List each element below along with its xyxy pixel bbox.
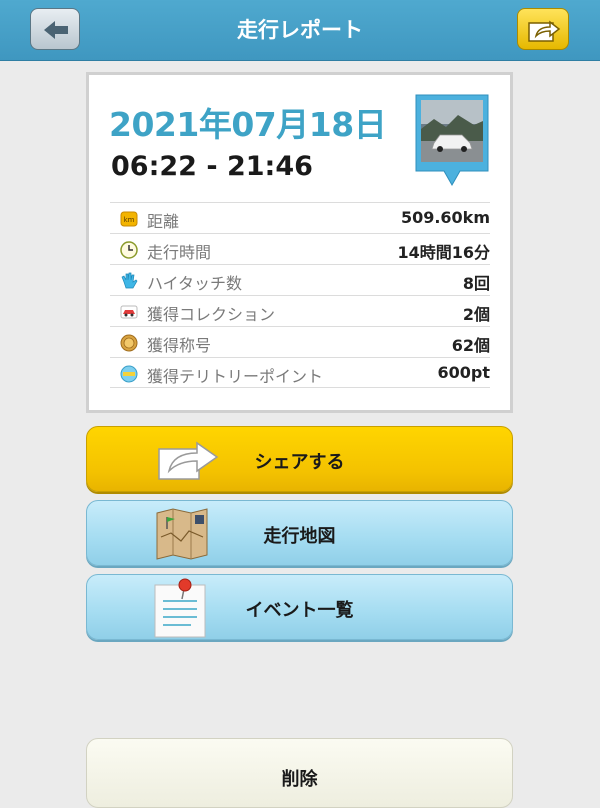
header-bar: 走行レポート <box>0 0 600 61</box>
report-time-range: 06:22 - 21:46 <box>111 151 313 182</box>
stat-label: 獲得コレクション <box>147 305 276 324</box>
stat-value: 600pt <box>437 363 491 382</box>
stat-row-titles: 獲得称号 62個 <box>110 326 490 357</box>
drive-map-button[interactable]: 走行地図 <box>86 500 513 566</box>
drive-map-button-label: 走行地図 <box>263 526 336 547</box>
stat-label: 獲得称号 <box>147 336 212 355</box>
territory-point-icon <box>120 365 138 383</box>
car-collection-icon <box>120 305 138 319</box>
share-button-label: シェアする <box>254 452 345 473</box>
export-button[interactable] <box>517 8 569 50</box>
stat-row-drive-time: 走行時間 14時間16分 <box>110 233 490 264</box>
stat-row-distance: km 距離 509.60km <box>110 202 490 233</box>
stat-row-collection: 獲得コレクション 2個 <box>110 295 490 326</box>
report-date: 2021年07月18日 <box>109 105 387 144</box>
share-button[interactable]: シェアする <box>86 426 513 492</box>
stat-row-territory: 獲得テリトリーポイント 600pt <box>110 357 490 388</box>
delete-button[interactable]: 削除 <box>86 738 513 808</box>
svg-text:km: km <box>124 216 135 224</box>
km-badge-icon: km <box>120 211 138 227</box>
stat-value: 509.60km <box>400 208 490 227</box>
title-medal-icon <box>120 334 138 352</box>
stat-label: ハイタッチ数 <box>147 274 243 293</box>
high-five-hand-icon <box>121 272 138 289</box>
stat-value: 62個 <box>451 336 490 355</box>
stats-list: km 距離 509.60km 走行時間 14時間16分 ハイタッチ数 8回 獲得… <box>110 202 490 388</box>
clock-icon <box>120 241 138 259</box>
stat-value: 2個 <box>462 305 490 324</box>
drive-photo-pin[interactable] <box>412 91 492 191</box>
page-title: 走行レポート <box>237 18 363 42</box>
stat-row-high-five: ハイタッチ数 8回 <box>110 264 490 295</box>
event-list-button[interactable]: イベント一覧 <box>86 574 513 640</box>
stat-value: 14時間16分 <box>397 243 490 262</box>
delete-button-label: 削除 <box>281 769 318 790</box>
event-list-button-label: イベント一覧 <box>245 600 354 621</box>
stat-label: 走行時間 <box>147 243 212 262</box>
report-card: 2021年07月18日 06:22 - 21:46 km 距離 509.60km… <box>86 72 513 413</box>
stat-label: 距離 <box>147 212 180 231</box>
stat-label: 獲得テリトリーポイント <box>147 367 324 386</box>
stat-value: 8回 <box>462 274 490 293</box>
share-arrow-icon <box>528 20 561 42</box>
